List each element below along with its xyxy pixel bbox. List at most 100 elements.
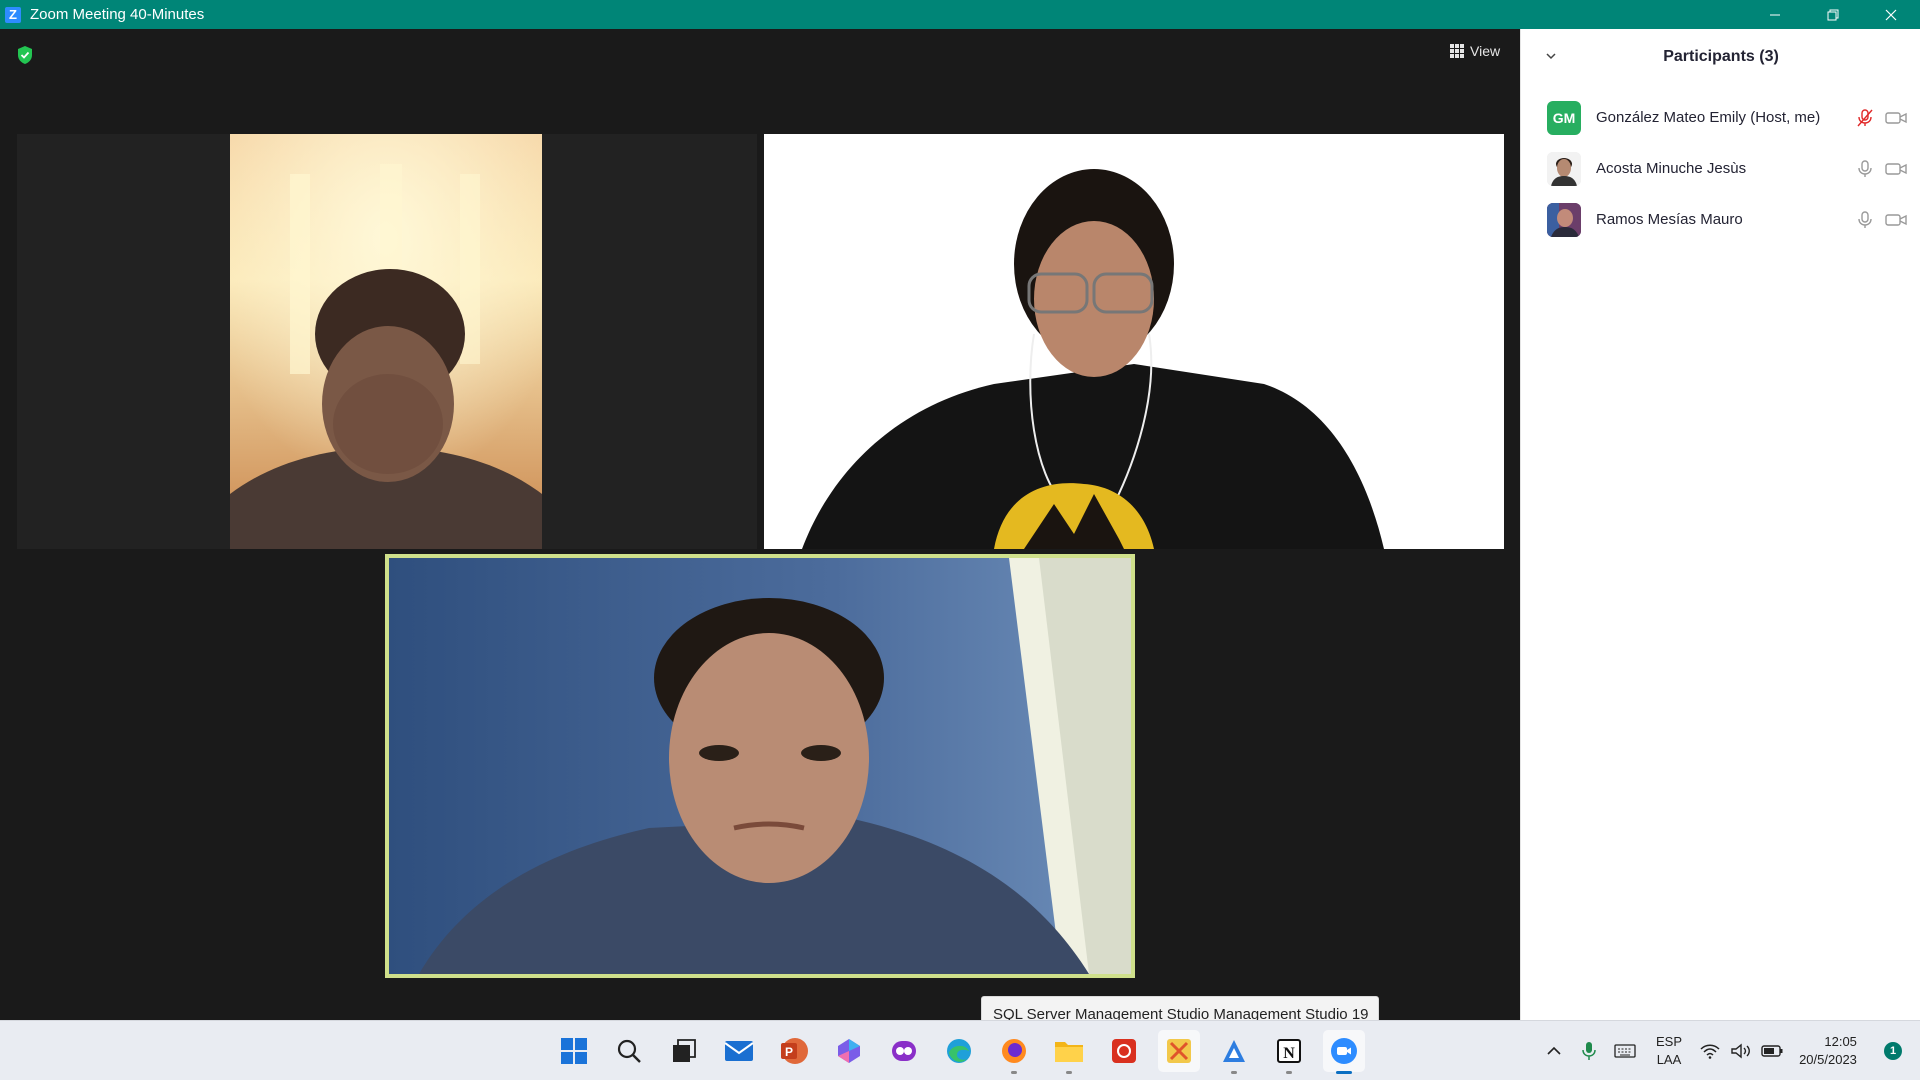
- firefox-icon: [1002, 1039, 1026, 1063]
- system-tray: ESP LAA 12:05 20/5/2023 1: [1536, 1021, 1920, 1080]
- minimize-button[interactable]: [1746, 0, 1804, 29]
- app-blue-icon: [1223, 1040, 1245, 1062]
- edge-icon: [947, 1039, 971, 1063]
- participant-name: Acosta Minuche Jesùs: [1596, 160, 1747, 177]
- taskbar-app-notion[interactable]: N: [1268, 1030, 1310, 1074]
- title-bar: Z Zoom Meeting 40-Minutes: [0, 0, 1920, 29]
- taskbar-app-edge[interactable]: [938, 1030, 980, 1072]
- restore-icon: [1827, 9, 1839, 20]
- participant-video: [764, 134, 1504, 549]
- search-button[interactable]: [608, 1030, 650, 1072]
- clock-time: 12:05: [1824, 1034, 1857, 1049]
- wifi-icon: [1700, 1044, 1720, 1059]
- taskbar-app-zoom[interactable]: [1323, 1030, 1365, 1074]
- task-view-button[interactable]: [663, 1030, 705, 1072]
- participants-panel: Participants (3) GM González Mateo Emily…: [1520, 29, 1920, 1020]
- video-tile-participant-2[interactable]: [764, 134, 1504, 549]
- mic-muted-icon[interactable]: [1855, 108, 1875, 128]
- video-off-icon[interactable]: [1885, 212, 1907, 228]
- language-layout: LAA: [1656, 1052, 1682, 1067]
- app-red-icon: [1112, 1039, 1136, 1063]
- windows-start-icon: [561, 1038, 587, 1064]
- participant-video: [230, 134, 542, 549]
- close-button[interactable]: [1862, 0, 1920, 29]
- language-code: ESP: [1655, 1034, 1682, 1049]
- mic-icon[interactable]: [1855, 210, 1875, 230]
- start-button[interactable]: [553, 1030, 595, 1072]
- restore-button[interactable]: [1804, 0, 1862, 29]
- powerpoint-icon: P: [781, 1038, 808, 1064]
- language-indicator[interactable]: ESP LAA: [1644, 1033, 1694, 1069]
- zoom-icon: [1331, 1038, 1357, 1064]
- notion-icon: N: [1277, 1039, 1301, 1063]
- volume-tray-button[interactable]: [1726, 1043, 1756, 1059]
- taskbar-app-red[interactable]: [1103, 1030, 1145, 1072]
- network-tray-button[interactable]: [1694, 1043, 1726, 1059]
- running-indicator: [1231, 1071, 1237, 1074]
- video-tile-active-speaker[interactable]: [385, 554, 1135, 978]
- svg-text:N: N: [1283, 1045, 1295, 1062]
- participant-row[interactable]: Acosta Minuche Jesùs: [1521, 143, 1920, 194]
- app-purple-icon: [892, 1041, 916, 1061]
- taskbar-app-file-explorer[interactable]: [1048, 1030, 1090, 1074]
- keyboard-tray-button[interactable]: [1606, 1044, 1644, 1058]
- running-indicator: [1011, 1071, 1017, 1074]
- minimize-icon: [1770, 14, 1780, 15]
- taskbar-apps: P N: [553, 1030, 1365, 1074]
- zoom-logo-icon: Z: [5, 6, 21, 23]
- avatar-photo: [1547, 151, 1581, 186]
- panel-title: Participants (3): [1663, 48, 1779, 65]
- clock-date: 20/5/2023: [1799, 1052, 1857, 1067]
- keyboard-icon: [1614, 1044, 1636, 1058]
- participant-name: Ramos Mesías Mauro: [1596, 211, 1743, 228]
- security-shield-icon[interactable]: [16, 45, 34, 65]
- show-hidden-icons-button[interactable]: [1536, 1046, 1572, 1056]
- task-view-icon: [673, 1039, 696, 1062]
- mic-icon[interactable]: [1855, 159, 1875, 179]
- video-off-icon[interactable]: [1885, 161, 1907, 177]
- running-indicator: [1286, 1071, 1292, 1074]
- taskbar-app-blue[interactable]: [1213, 1030, 1255, 1074]
- avatar: GM: [1547, 100, 1581, 135]
- microphone-icon: [1582, 1042, 1596, 1060]
- folder-icon: [1055, 1042, 1083, 1062]
- search-icon: [617, 1039, 641, 1063]
- video-tile-participant-1[interactable]: [17, 134, 757, 549]
- window-title: Zoom Meeting 40-Minutes: [30, 6, 205, 23]
- taskbar-app-purple[interactable]: [883, 1030, 925, 1072]
- participant-row-host[interactable]: GM González Mateo Emily (Host, me): [1521, 92, 1920, 143]
- mail-icon: [724, 1041, 754, 1061]
- chevron-up-icon: [1547, 1046, 1561, 1055]
- video-off-icon[interactable]: [1885, 110, 1907, 126]
- participant-video: [389, 558, 1131, 974]
- battery-tray-button[interactable]: [1756, 1045, 1788, 1057]
- clock[interactable]: 12:05 20/5/2023: [1788, 1033, 1868, 1069]
- taskbar-app-colored[interactable]: [1158, 1030, 1200, 1072]
- running-indicator: [1066, 1071, 1072, 1074]
- taskbar-app-firefox[interactable]: [993, 1030, 1035, 1074]
- close-icon: [1885, 9, 1897, 20]
- taskbar-app-copilot[interactable]: [828, 1030, 870, 1072]
- taskbar-app-powerpoint[interactable]: P: [773, 1030, 815, 1072]
- svg-text:P: P: [785, 1045, 793, 1059]
- taskbar-app-mail[interactable]: [718, 1030, 760, 1072]
- window-controls: [1746, 0, 1920, 29]
- battery-icon: [1761, 1045, 1783, 1057]
- participant-list: GM González Mateo Emily (Host, me) Acost…: [1521, 92, 1920, 245]
- participant-row[interactable]: Ramos Mesías Mauro: [1521, 194, 1920, 245]
- notification-badge[interactable]: 1: [1884, 1042, 1902, 1060]
- copilot-icon: [838, 1039, 860, 1063]
- participant-name: González Mateo Emily (Host, me): [1596, 109, 1821, 126]
- panel-header: Participants (3): [1521, 48, 1920, 68]
- view-label: View: [1470, 43, 1501, 59]
- microphone-tray-button[interactable]: [1572, 1041, 1606, 1061]
- running-indicator: [1336, 1071, 1352, 1074]
- view-button[interactable]: View: [1444, 39, 1506, 63]
- grid-icon: [1450, 44, 1464, 58]
- volume-icon: [1731, 1043, 1750, 1059]
- app-colored-icon: [1167, 1039, 1191, 1063]
- avatar: [1547, 151, 1581, 186]
- meeting-area: View SQL Server Management Studio Manage…: [0, 29, 1520, 1033]
- avatar-photo: [1547, 202, 1581, 237]
- avatar: [1547, 202, 1581, 237]
